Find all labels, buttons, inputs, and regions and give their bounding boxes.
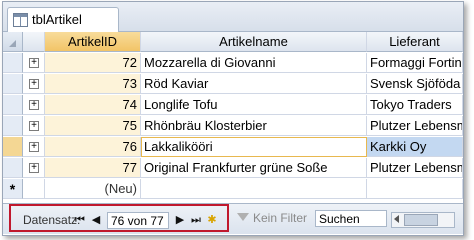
filter-status[interactable]: Kein Filter: [253, 211, 307, 225]
cell-lieferant[interactable]: Tokyo Traders: [367, 95, 463, 115]
cell-artikelid[interactable]: 74: [45, 95, 141, 115]
column-header-artikelid[interactable]: ArtikelID: [45, 32, 141, 52]
table-icon: [13, 13, 28, 27]
next-record-icon[interactable]: ▶: [175, 214, 185, 226]
expand-cell[interactable]: +: [23, 53, 45, 73]
cell-artikelid[interactable]: 73: [45, 74, 141, 94]
record-selector[interactable]: [3, 137, 23, 157]
table-row-current[interactable]: + 76 Lakkalikööri Karkki Oy: [3, 137, 463, 158]
cell-artikelname[interactable]: Original Frankfurter grüne Soße: [141, 158, 367, 178]
first-record-icon[interactable]: ⏮: [75, 214, 85, 226]
record-selector[interactable]: [3, 53, 23, 73]
filter-icon[interactable]: [237, 213, 249, 221]
datasheet-grid: ArtikelID Artikelname Lieferant + 72 Moz…: [3, 32, 463, 202]
expand-column-header: [23, 32, 45, 52]
cell-artikelid[interactable]: 76: [45, 137, 141, 157]
document-tab-bar: tblArtikel: [3, 2, 463, 32]
datasheet-window: tblArtikel ArtikelID Artikelname Liefera…: [2, 1, 464, 236]
cell-artikelname-new[interactable]: [141, 179, 367, 199]
cell-artikelname[interactable]: Mozzarella di Giovanni: [141, 53, 367, 73]
expand-icon[interactable]: +: [29, 79, 39, 89]
record-selector[interactable]: [3, 74, 23, 94]
cell-artikelname[interactable]: Lakkalikööri: [141, 137, 367, 157]
current-record-input[interactable]: 76 von 77: [107, 212, 169, 229]
new-record-row[interactable]: * (Neu): [3, 179, 463, 200]
cell-lieferant[interactable]: Formaggi Fortini: [367, 53, 463, 73]
cell-artikelid-new[interactable]: (Neu): [45, 179, 141, 199]
record-label: Datensatz:: [23, 213, 81, 227]
expand-cell[interactable]: +: [23, 116, 45, 136]
new-record-icon: *: [9, 181, 16, 197]
record-selector[interactable]: [3, 95, 23, 115]
table-row[interactable]: + 74 Longlife Tofu Tokyo Traders: [3, 95, 463, 116]
select-all-button[interactable]: [3, 32, 23, 52]
record-selector[interactable]: [3, 158, 23, 178]
new-record-nav-icon[interactable]: ✱: [207, 214, 217, 226]
cell-lieferant[interactable]: Svensk Sjöföda: [367, 74, 463, 94]
expand-icon[interactable]: +: [29, 121, 39, 131]
cell-artikelid[interactable]: 72: [45, 53, 141, 73]
expand-cell[interactable]: +: [23, 137, 45, 157]
table-row[interactable]: + 73 Röd Kaviar Svensk Sjöföda: [3, 74, 463, 95]
select-all-icon: [9, 40, 16, 47]
expand-cell: [23, 179, 45, 199]
cell-artikelname[interactable]: Longlife Tofu: [141, 95, 367, 115]
table-row[interactable]: + 75 Rhönbräu Klosterbier Plutzer Lebens…: [3, 116, 463, 137]
cell-lieferant[interactable]: Karkki Oy: [367, 137, 463, 157]
cell-artikelname[interactable]: Rhönbräu Klosterbier: [141, 116, 367, 136]
cell-artikelname[interactable]: Röd Kaviar: [141, 74, 367, 94]
record-selector[interactable]: [3, 116, 23, 136]
expand-cell[interactable]: +: [23, 158, 45, 178]
cell-artikelid[interactable]: 75: [45, 116, 141, 136]
table-row[interactable]: + 77 Original Frankfurter grüne Soße Plu…: [3, 158, 463, 179]
cell-artikelid[interactable]: 77: [45, 158, 141, 178]
table-row[interactable]: + 72 Mozzarella di Giovanni Formaggi For…: [3, 53, 463, 74]
column-header-artikelname[interactable]: Artikelname: [141, 32, 367, 52]
search-input[interactable]: Suchen: [315, 210, 387, 227]
cell-lieferant[interactable]: Plutzer Lebensm: [367, 116, 463, 136]
cell-lieferant-new[interactable]: [367, 179, 463, 199]
column-header-lieferant[interactable]: Lieferant: [367, 32, 463, 52]
expand-icon[interactable]: +: [29, 163, 39, 173]
tab-title: tblArtikel: [32, 12, 82, 27]
record-navigation-bar: Datensatz: ⏮ ◀ 76 von 77 ▶ ⏭ ✱ Kein Filt…: [3, 203, 463, 234]
expand-icon[interactable]: +: [29, 58, 39, 68]
record-navigator-highlight: Datensatz: ⏮ ◀ 76 von 77 ▶ ⏭ ✱: [9, 204, 229, 232]
last-record-icon[interactable]: ⏭: [191, 214, 201, 226]
header-row: ArtikelID Artikelname Lieferant: [3, 32, 463, 53]
cell-lieferant[interactable]: Plutzer Lebensm: [367, 158, 463, 178]
previous-record-icon[interactable]: ◀: [91, 214, 101, 226]
expand-icon[interactable]: +: [29, 142, 39, 152]
expand-cell[interactable]: +: [23, 95, 45, 115]
horizontal-scrollbar[interactable]: [391, 212, 455, 228]
new-record-selector[interactable]: *: [3, 179, 23, 199]
expand-cell[interactable]: +: [23, 74, 45, 94]
table-tab[interactable]: tblArtikel: [7, 7, 119, 32]
expand-icon[interactable]: +: [29, 100, 39, 110]
scroll-left-icon[interactable]: [394, 215, 399, 223]
scroll-thumb[interactable]: [404, 214, 438, 226]
